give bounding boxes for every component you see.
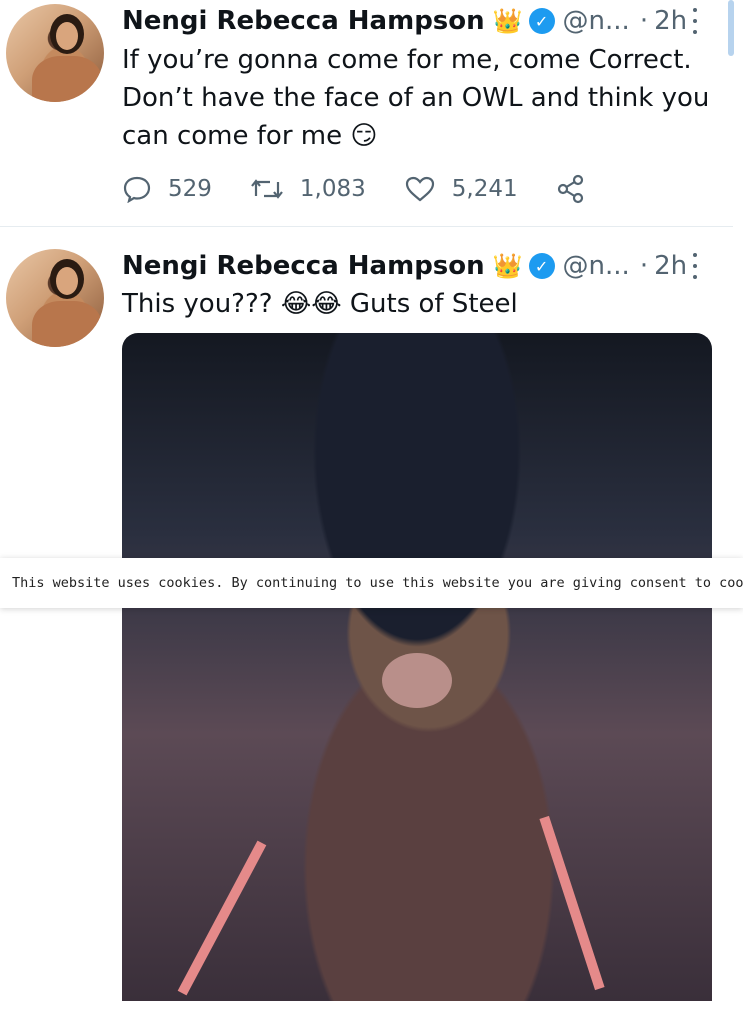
tweet-text-line: can come for me 😏 [122, 117, 722, 155]
reply-count: 529 [168, 176, 212, 202]
share-button[interactable] [556, 174, 602, 204]
tweet-text-segment: Guts of Steel [349, 289, 518, 319]
author-name[interactable]: Nengi Rebecca Hampson [122, 6, 485, 36]
like-icon [405, 176, 434, 202]
author-handle[interactable]: @n... [563, 251, 630, 281]
tweet-text: If you’re gonna come for me, come Correc… [122, 41, 722, 155]
author-name[interactable]: Nengi Rebecca Hampson [122, 251, 485, 281]
retweet-count: 1,083 [299, 176, 366, 202]
reply-button[interactable]: 529 [122, 175, 212, 203]
tweet-text-line: Don’t have the face of an OWL and think … [122, 83, 710, 113]
smirk-emoji: 😏 [350, 121, 378, 151]
author-handle[interactable]: @n... [563, 6, 630, 36]
tweet-image[interactable] [122, 333, 712, 1001]
tweet-text-line: If you’re gonna come for me, come Correc… [122, 45, 692, 75]
more-icon[interactable] [690, 8, 700, 34]
timestamp[interactable]: 2h [654, 251, 687, 281]
share-icon [557, 174, 583, 204]
tweet-text-segment: can come for me [122, 121, 343, 151]
cookie-banner-text: This website uses cookies. By continuing… [12, 575, 743, 591]
tweet-header: Nengi Rebecca Hampson 👑 ✓ @n... · 2h [122, 4, 687, 38]
like-button[interactable]: 5,241 [404, 175, 518, 203]
reply-icon [123, 176, 151, 203]
separator: · [639, 6, 649, 36]
tweet-actions: 529 1,083 5,241 [122, 170, 640, 208]
cookie-banner[interactable]: This website uses cookies. By continuing… [0, 558, 743, 608]
avatar[interactable] [6, 4, 104, 102]
timestamp[interactable]: 2h [654, 6, 687, 36]
tweet-header: Nengi Rebecca Hampson 👑 ✓ @n... · 2h [122, 249, 687, 283]
crown-emoji: 👑 [492, 252, 523, 280]
crown-emoji: 👑 [492, 7, 523, 35]
retweet-button[interactable]: 1,083 [250, 176, 366, 202]
more-icon[interactable] [690, 253, 700, 279]
tweet-text: This you??? 😂😂 Guts of Steel [122, 285, 722, 323]
retweet-icon [251, 179, 283, 199]
separator: · [639, 251, 649, 281]
avatar[interactable] [6, 249, 104, 347]
like-count: 5,241 [451, 176, 518, 202]
tweet-text-segment: This you??? [122, 289, 273, 319]
laughing-emoji: 😂😂 [280, 289, 342, 319]
verified-icon: ✓ [528, 8, 555, 34]
tweet-1[interactable]: Nengi Rebecca Hampson 👑 ✓ @n... · 2h If … [0, 0, 733, 226]
verified-icon: ✓ [528, 253, 555, 279]
